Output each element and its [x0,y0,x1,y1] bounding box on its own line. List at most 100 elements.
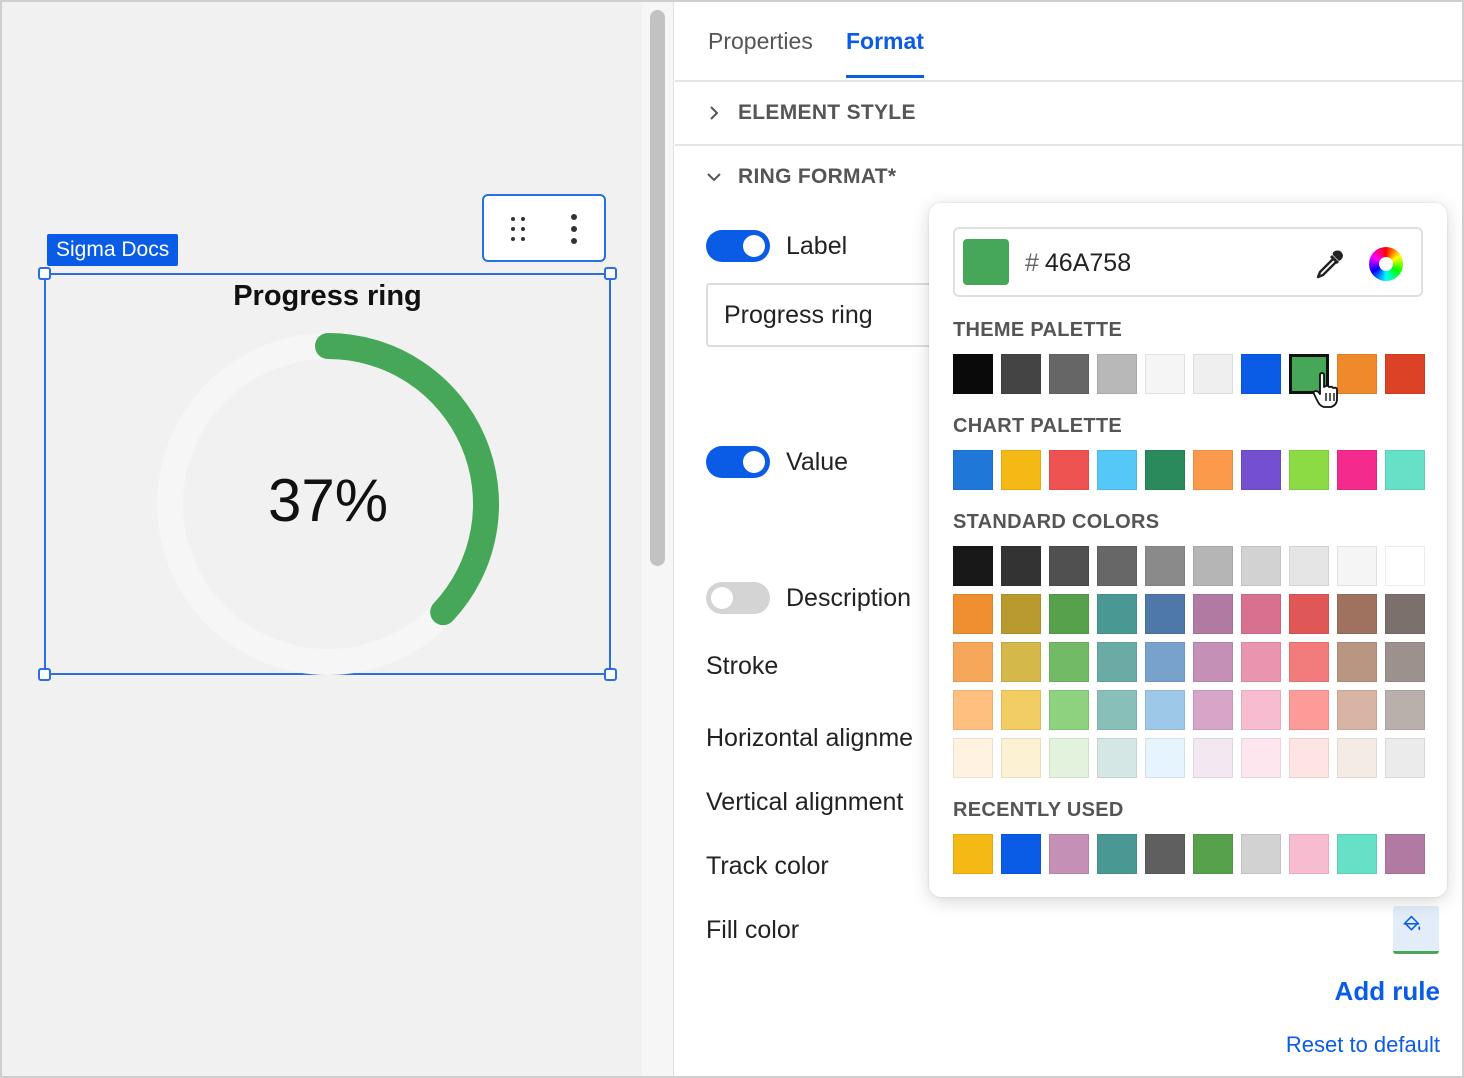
chart-color-swatch[interactable] [1001,450,1041,490]
standard-color-swatch[interactable] [1289,690,1329,730]
recent-color-swatch[interactable] [1241,834,1281,874]
chart-color-swatch[interactable] [1193,450,1233,490]
chart-color-swatch[interactable] [953,450,993,490]
standard-color-swatch[interactable] [1193,642,1233,682]
eyedropper-icon[interactable] [1313,247,1347,281]
standard-color-swatch[interactable] [1385,546,1425,586]
section-ring-format[interactable]: RING FORMAT* [738,165,896,189]
standard-color-swatch[interactable] [1145,738,1185,778]
standard-color-swatch[interactable] [1241,690,1281,730]
recent-color-swatch[interactable] [1337,834,1377,874]
recent-color-swatch[interactable] [1145,834,1185,874]
standard-color-swatch[interactable] [1337,546,1377,586]
theme-color-swatch[interactable] [1241,354,1281,394]
recent-color-swatch[interactable] [1049,834,1089,874]
standard-color-swatch[interactable] [1097,690,1137,730]
standard-color-swatch[interactable] [1385,738,1425,778]
theme-color-swatch[interactable] [1097,354,1137,394]
standard-color-swatch[interactable] [1049,546,1089,586]
canvas-scrollbar[interactable] [642,2,674,1076]
standard-color-swatch[interactable] [1289,738,1329,778]
recent-color-swatch[interactable] [1097,834,1137,874]
color-wheel-icon[interactable] [1369,247,1403,281]
chart-color-swatch[interactable] [1385,450,1425,490]
standard-color-swatch[interactable] [1193,738,1233,778]
standard-color-swatch[interactable] [1049,594,1089,634]
standard-color-swatch[interactable] [1145,594,1185,634]
standard-color-swatch[interactable] [1097,546,1137,586]
section-element-style[interactable]: ELEMENT STYLE [738,101,916,125]
chart-color-swatch[interactable] [1241,450,1281,490]
standard-color-swatch[interactable] [1097,594,1137,634]
scrollbar-thumb[interactable] [650,10,665,566]
recent-color-swatch[interactable] [1385,834,1425,874]
description-toggle[interactable] [706,582,770,614]
drag-handle-icon[interactable] [506,214,530,244]
standard-color-swatch[interactable] [1193,594,1233,634]
chart-color-swatch[interactable] [1289,450,1329,490]
value-toggle[interactable] [706,446,770,478]
standard-color-swatch[interactable] [1385,690,1425,730]
standard-color-swatch[interactable] [1289,546,1329,586]
theme-color-swatch[interactable] [1145,354,1185,394]
resize-handle-bottom-right[interactable] [604,668,617,681]
chart-color-swatch[interactable] [1145,450,1185,490]
theme-color-swatch[interactable] [1193,354,1233,394]
standard-color-swatch[interactable] [1145,546,1185,586]
standard-color-swatch[interactable] [1385,642,1425,682]
standard-color-swatch[interactable] [1241,546,1281,586]
chart-color-swatch[interactable] [1049,450,1089,490]
standard-color-swatch[interactable] [1289,642,1329,682]
standard-color-swatch[interactable] [1049,642,1089,682]
standard-color-swatch[interactable] [1241,642,1281,682]
standard-color-swatch[interactable] [1241,594,1281,634]
chart-color-swatch[interactable] [1097,450,1137,490]
label-toggle[interactable] [706,230,770,262]
standard-color-swatch[interactable] [1097,642,1137,682]
recent-color-swatch[interactable] [1289,834,1329,874]
recent-color-swatch[interactable] [1001,834,1041,874]
standard-color-swatch[interactable] [953,546,993,586]
theme-color-swatch[interactable] [1385,354,1425,394]
theme-color-swatch[interactable] [1337,354,1377,394]
theme-color-swatch[interactable] [953,354,993,394]
add-rule-link[interactable]: Add rule [1335,976,1440,1007]
standard-color-swatch[interactable] [1001,546,1041,586]
standard-color-swatch[interactable] [1145,690,1185,730]
resize-handle-top-left[interactable] [38,267,51,280]
resize-handle-top-right[interactable] [604,267,617,280]
tab-format[interactable]: Format [846,28,924,78]
standard-color-swatch[interactable] [1337,690,1377,730]
standard-color-swatch[interactable] [1193,546,1233,586]
standard-color-swatch[interactable] [1145,642,1185,682]
standard-color-swatch[interactable] [1049,738,1089,778]
standard-color-swatch[interactable] [1289,594,1329,634]
tab-properties[interactable]: Properties [708,28,813,75]
reset-to-default-link[interactable]: Reset to default [1286,1032,1440,1058]
hex-input[interactable]: #46A758 [1025,249,1131,278]
resize-handle-bottom-left[interactable] [38,668,51,681]
theme-color-swatch[interactable] [1049,354,1089,394]
recent-color-swatch[interactable] [953,834,993,874]
standard-color-swatch[interactable] [1001,642,1041,682]
standard-color-swatch[interactable] [1193,690,1233,730]
chevron-right-icon[interactable] [705,104,723,122]
standard-color-swatch[interactable] [1337,642,1377,682]
fill-color-button[interactable] [1393,906,1439,954]
standard-color-swatch[interactable] [1241,738,1281,778]
standard-color-swatch[interactable] [1001,690,1041,730]
chevron-down-icon[interactable] [705,168,723,186]
standard-color-swatch[interactable] [953,738,993,778]
standard-color-swatch[interactable] [1049,690,1089,730]
standard-color-swatch[interactable] [953,642,993,682]
standard-color-swatch[interactable] [953,594,993,634]
hex-input-box[interactable]: #46A758 [953,227,1423,297]
standard-color-swatch[interactable] [1337,738,1377,778]
standard-color-swatch[interactable] [1001,738,1041,778]
more-options-icon[interactable] [564,212,584,246]
standard-color-swatch[interactable] [1097,738,1137,778]
standard-color-swatch[interactable] [953,690,993,730]
standard-color-swatch[interactable] [1001,594,1041,634]
chart-color-swatch[interactable] [1337,450,1377,490]
theme-color-swatch[interactable] [1001,354,1041,394]
